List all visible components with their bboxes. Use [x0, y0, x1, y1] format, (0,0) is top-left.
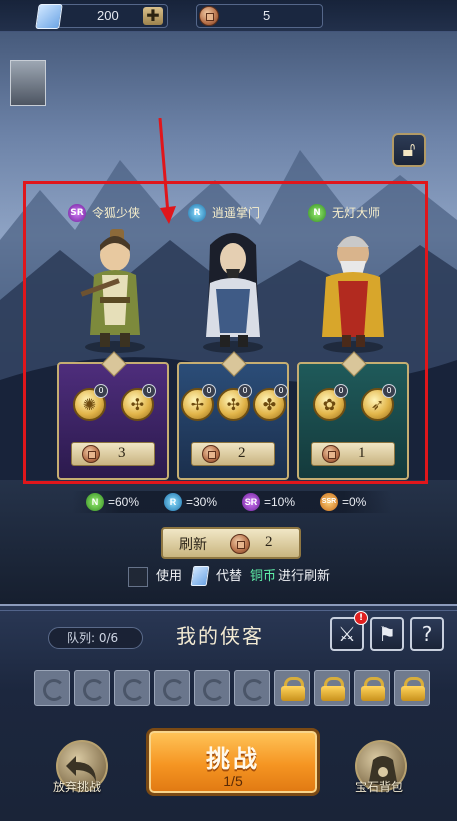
hero-slot-locked[interactable] [394, 670, 430, 706]
flag-icon: ⚑ [378, 622, 396, 646]
recruit-price-button[interactable]: 2 [191, 442, 275, 466]
panel-title: 我的侠客 [176, 624, 264, 648]
crossed-swords-icon: ⚔ [338, 622, 356, 646]
odds-ssr: SSR =0% [320, 493, 366, 511]
hero-name: 逍遥掌门 [212, 206, 261, 220]
avatar[interactable] [10, 60, 46, 106]
lock-button[interactable]: 🔓︎ [392, 133, 426, 167]
use-gems-text: 代替 [216, 569, 243, 584]
odds-n: N =60% [86, 493, 139, 511]
team-count: 队列: 0/6 [48, 627, 143, 649]
rank-badge: SR [242, 493, 260, 511]
copper-coin-icon [199, 6, 219, 26]
refresh-cost: 2 [265, 534, 273, 550]
help-button[interactable]: ? [410, 617, 444, 651]
rarity-odds-row: N =60% R =30% SR =10% SSR =0% [72, 491, 392, 513]
odds-sr: SR =10% [242, 493, 295, 511]
refresh-label: 刷新 [179, 537, 207, 553]
copper-coin-icon [82, 445, 100, 463]
hero-name: 无灯大师 [332, 206, 381, 220]
rank-badge: N [86, 493, 104, 511]
skill-count: 0 [334, 384, 348, 398]
map-button[interactable]: ⚑ [370, 617, 404, 651]
copper-coin-icon [202, 445, 220, 463]
hero-tag-1: SR 令狐少侠 [66, 202, 140, 224]
skill-count: 0 [382, 384, 396, 398]
rank-badge: R [188, 204, 206, 222]
odds-value: =0% [342, 495, 367, 509]
use-gems-text: 进行刷新 [278, 569, 331, 584]
hero-slot-empty[interactable] [74, 670, 110, 706]
price-value: 2 [238, 445, 246, 461]
skill-icon: ✺ 0 [73, 384, 108, 421]
coin-counter: 5 [196, 4, 323, 28]
hero-sprite-2[interactable] [188, 225, 278, 355]
price-value: 1 [358, 445, 366, 461]
gem-counter: 200 ✚ [35, 4, 168, 29]
rank-badge: SR [68, 204, 86, 222]
hero-sprite-3[interactable] [308, 225, 398, 355]
hero-card-1[interactable]: ✺ 0 ✣ 0 3 [57, 362, 169, 480]
gem-icon [35, 4, 63, 29]
question-icon: ? [421, 622, 433, 646]
hero-slot-empty[interactable] [114, 670, 150, 706]
challenge-label: 挑战 [206, 745, 260, 773]
alert-badge: ! [354, 611, 368, 625]
skill-icon: ➶ 0 [361, 384, 396, 421]
add-gems-button[interactable]: ✚ [143, 7, 163, 25]
refresh-button[interactable]: 刷新 2 [161, 527, 301, 559]
gem-count: 200 [97, 8, 119, 23]
hero-slot-locked[interactable] [354, 670, 390, 706]
recruit-price-button[interactable]: 3 [71, 442, 155, 466]
skill-icon: ✿ 0 [313, 384, 348, 421]
coin-count: 5 [263, 8, 271, 23]
hero-tag-3: N 无灯大师 [306, 202, 380, 224]
use-gems-checkbox[interactable] [128, 567, 148, 587]
gem-icon [190, 566, 210, 586]
hero-slot-locked[interactable] [314, 670, 350, 706]
skill-count: 0 [142, 384, 156, 398]
challenge-button[interactable]: 挑战 1/5 [146, 728, 320, 796]
hero-slot-empty[interactable] [154, 670, 190, 706]
copper-coin-text: 铜币 [250, 569, 277, 584]
team-label: 队列: [67, 631, 96, 645]
resource-bar: 200 ✚ 5 [0, 0, 457, 32]
abandon-challenge-label: 放弃挑战 [53, 780, 102, 794]
gem-bag-label: 宝石背包 [355, 780, 404, 794]
rank-badge: R [164, 493, 182, 511]
skill-icon: ✢ 0 [181, 384, 216, 421]
odds-value: =30% [186, 495, 218, 509]
use-gems-text: 使用 [156, 569, 183, 584]
odds-r: R =30% [164, 493, 217, 511]
odds-value: =10% [264, 495, 296, 509]
skill-icon: ✤ 0 [253, 384, 288, 421]
hero-slot-empty[interactable] [194, 670, 230, 706]
hero-name: 令狐少侠 [92, 206, 141, 220]
copper-coin-icon [230, 534, 250, 554]
bond-button[interactable]: ⚔! [330, 611, 368, 651]
skill-count: 0 [274, 384, 288, 398]
price-value: 3 [118, 445, 126, 461]
team-count-value: 0/6 [98, 631, 119, 645]
skill-icon: ✣ 0 [217, 384, 252, 421]
skill-count: 0 [94, 384, 108, 398]
hero-slot-locked[interactable] [274, 670, 310, 706]
skill-count: 0 [202, 384, 216, 398]
skill-icon: ✣ 0 [121, 384, 156, 421]
hero-sprite-1[interactable] [70, 225, 160, 355]
hero-card-3[interactable]: ✿ 0 ➶ 0 1 [297, 362, 409, 480]
hero-tag-2: R 逍遥掌门 [186, 202, 260, 224]
unlock-icon: 🔓︎ [402, 137, 416, 161]
challenge-count: 1/5 [223, 773, 243, 789]
skill-count: 0 [238, 384, 252, 398]
recruit-price-button[interactable]: 1 [311, 442, 395, 466]
copper-coin-icon [322, 445, 340, 463]
hero-slot-empty[interactable] [234, 670, 270, 706]
hero-card-2[interactable]: ✢ 0 ✣ 0 ✤ 0 2 [177, 362, 289, 480]
hero-slot-empty[interactable] [34, 670, 70, 706]
rank-badge: SSR [320, 493, 338, 511]
rank-badge: N [308, 204, 326, 222]
odds-value: =60% [108, 495, 140, 509]
